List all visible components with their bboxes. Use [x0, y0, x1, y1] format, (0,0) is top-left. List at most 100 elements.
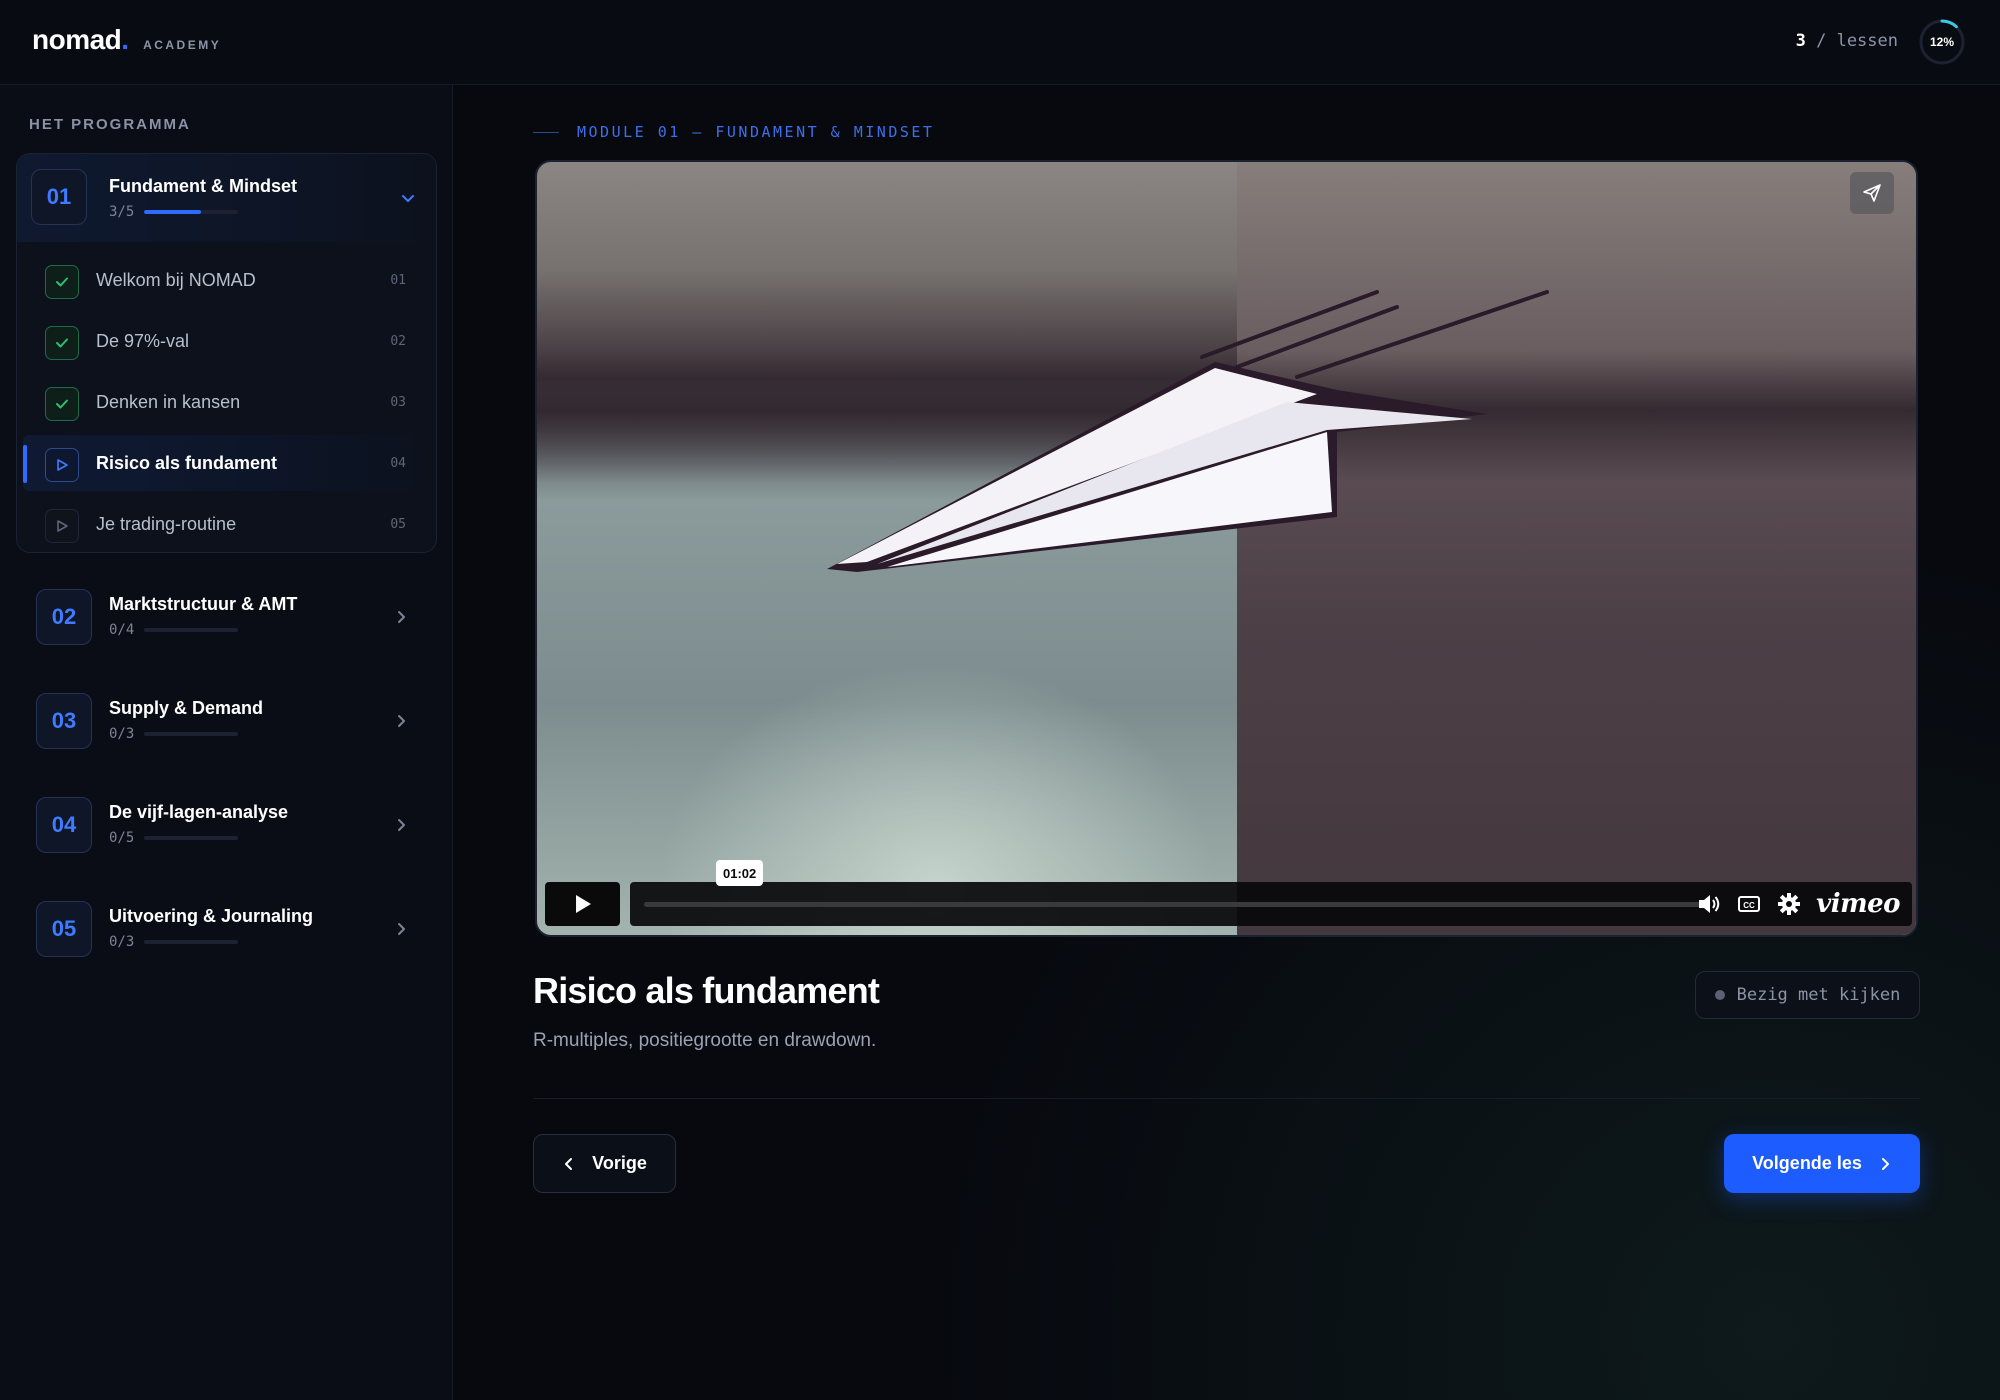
lesson-label: Je trading-routine: [96, 514, 237, 534]
module-progress-text: 0/5: [109, 830, 135, 846]
lesson-status-icon: [45, 509, 79, 543]
vimeo-logo[interactable]: vimeo: [1816, 889, 1900, 919]
main-content: MODULE 01 — FUNDAMENT & MINDSET 01:02 CC…: [454, 85, 2000, 1400]
divider: [533, 1098, 1920, 1099]
lesson-status-icon: [45, 265, 79, 299]
check-icon: [56, 399, 68, 409]
module-progress-text: 0/3: [109, 934, 135, 950]
progress-ring: 12%: [1918, 18, 1966, 66]
progress-percent: 12%: [1929, 35, 1955, 49]
module-progress-fill: [144, 210, 201, 214]
settings-gear-icon[interactable]: [1776, 891, 1802, 917]
module-item[interactable]: 02 Marktstructuur & AMT 0/4: [16, 573, 437, 661]
sidebar: HET PROGRAMMA 01 Fundament & Mindset 3/5…: [0, 85, 453, 1400]
chevron-right-icon: [1881, 1157, 1889, 1170]
previous-label: Vorige: [592, 1153, 647, 1173]
breadcrumb: MODULE 01 — FUNDAMENT & MINDSET: [533, 123, 934, 141]
player-icons: CC vimeo: [1682, 888, 1900, 920]
lesson-label: Risico als fundament: [96, 453, 278, 473]
seek-bar[interactable]: [644, 902, 1704, 907]
svg-text:CC: CC: [1743, 901, 1755, 910]
send-icon: [1863, 184, 1881, 202]
chevron-right-icon[interactable]: [392, 920, 410, 938]
play-button[interactable]: [545, 882, 620, 926]
module-progress-text: 0/3: [109, 726, 135, 742]
play-icon: [57, 459, 68, 471]
module-progress: 3/5: [109, 204, 239, 220]
control-strip: 01:02 CC vimeo: [630, 860, 1912, 926]
next-lesson-button[interactable]: Volgende les: [1724, 1134, 1920, 1193]
module-progress-bar: [144, 628, 239, 632]
sidebar-heading: HET PROGRAMMA: [29, 116, 191, 133]
chevron-left-icon: [565, 1157, 573, 1170]
lesson-label: Welkom bij NOMAD: [96, 270, 256, 290]
lesson-status-icon: [45, 387, 79, 421]
module-item[interactable]: 05 Uitvoering & Journaling 0/3: [16, 885, 437, 973]
chevron-down-icon[interactable]: [399, 189, 417, 207]
lesson-item[interactable]: De 97%-val 02: [23, 313, 430, 369]
module-progress-bar: [144, 836, 239, 840]
lesson-number: 05: [390, 517, 406, 532]
lesson-item[interactable]: Risico als fundament 04: [23, 435, 430, 491]
lesson-title: Risico als fundament: [533, 970, 880, 1011]
player-controls: 01:02 CC vimeo: [545, 860, 1912, 926]
play-icon: [575, 895, 591, 913]
chevron-right-icon[interactable]: [392, 712, 410, 730]
logo-subtitle: ACADEMY: [143, 38, 222, 52]
module-progress: 0/3: [109, 726, 239, 742]
chevron-right-icon[interactable]: [392, 608, 410, 626]
logo[interactable]: nomad. ACADEMY: [32, 24, 221, 56]
module-progress-text: 3/5: [109, 204, 135, 220]
chevron-right-icon[interactable]: [392, 816, 410, 834]
lesson-item[interactable]: Denken in kansen 03: [23, 374, 430, 430]
lesson-number: 02: [390, 334, 406, 349]
lesson-count-number: 3: [1795, 31, 1806, 51]
lesson-item[interactable]: Je trading-routine 05: [23, 496, 430, 552]
module-item[interactable]: 04 De vijf-lagen-analyse 0/5: [16, 781, 437, 869]
lesson-number: 04: [390, 456, 406, 471]
logo-wordmark: nomad: [32, 24, 122, 55]
lesson-subtitle: R-multiples, positiegrootte en drawdown.: [533, 1030, 877, 1051]
module-number-badge: 03: [36, 693, 92, 749]
module-number-badge: 02: [36, 589, 92, 645]
logo-dot: .: [121, 24, 130, 55]
module-progress-bar: [144, 210, 239, 214]
top-bar: nomad. ACADEMY 3 / lessen 12%: [0, 0, 2000, 85]
module-number-badge: 04: [36, 797, 92, 853]
module-title: De vijf-lagen-analyse: [109, 802, 289, 822]
module-title: Fundament & Mindset: [109, 176, 297, 196]
captions-icon[interactable]: CC: [1736, 891, 1762, 917]
active-indicator: [23, 445, 27, 483]
play-icon: [57, 520, 68, 532]
check-icon: [56, 277, 68, 287]
lesson-status-icon: [45, 448, 79, 482]
status-badge: Bezig met kijken: [1695, 971, 1920, 1019]
previous-button[interactable]: Vorige: [533, 1134, 676, 1193]
module-01-header[interactable]: 01 Fundament & Mindset 3/5: [17, 154, 436, 242]
module-progress: 0/4: [109, 622, 239, 638]
module-title: Marktstructuur & AMT: [109, 594, 298, 614]
lesson-label: De 97%-val: [96, 331, 190, 351]
check-icon: [56, 338, 68, 348]
module-progress-text: 0/4: [109, 622, 135, 638]
lesson-label: Denken in kansen: [96, 392, 241, 412]
module-01-expanded: 01 Fundament & Mindset 3/5 Welkom bij NO…: [16, 153, 437, 553]
lesson-count-label: / lessen: [1805, 31, 1898, 51]
share-button[interactable]: [1850, 172, 1894, 214]
lesson-count: 3 / lessen: [1796, 31, 1898, 51]
lesson-status-icon: [45, 326, 79, 360]
video-player[interactable]: 01:02 CC vimeo: [535, 160, 1918, 937]
module-progress-bar: [144, 940, 239, 944]
module-progress-bar: [144, 732, 239, 736]
lesson-item[interactable]: Welkom bij NOMAD 01: [23, 252, 430, 308]
module-item[interactable]: 03 Supply & Demand 0/3: [16, 677, 437, 765]
breadcrumb-line: [533, 131, 559, 133]
module-number-badge: 05: [36, 901, 92, 957]
lesson-number: 01: [390, 273, 406, 288]
next-label: Volgende les: [1752, 1153, 1862, 1173]
time-tooltip: 01:02: [716, 860, 764, 886]
volume-icon[interactable]: [1696, 891, 1722, 917]
lesson-number: 03: [390, 395, 406, 410]
module-title: Supply & Demand: [109, 698, 264, 718]
status-dot-icon: [1714, 990, 1725, 1000]
